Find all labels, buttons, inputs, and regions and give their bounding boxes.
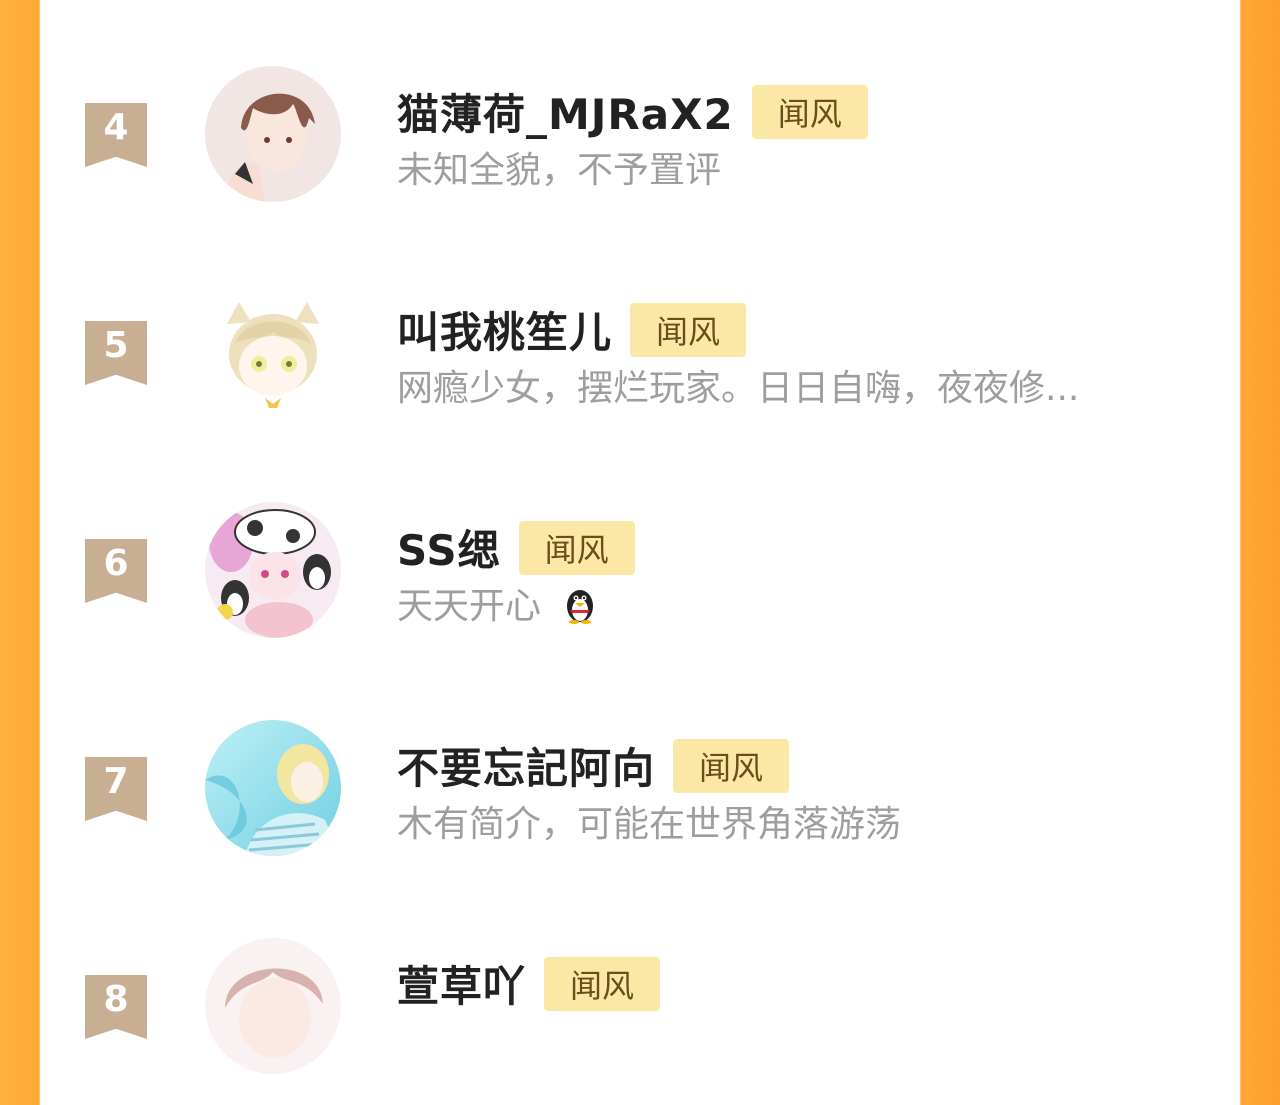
username[interactable]: 不要忘記阿向 (397, 735, 655, 796)
list-item[interactable]: 5 叫我桃笙儿 闻风 网瘾少女，摆烂玩家。日日自嗨，夜夜修... (40, 251, 1240, 451)
username[interactable]: 萱草吖 (397, 953, 526, 1014)
username[interactable]: SS缌 (397, 517, 501, 578)
username[interactable]: 叫我桃笙儿 (397, 299, 612, 360)
bio-text: 木有简介，可能在世界角落游荡 (397, 804, 902, 845)
name-line: SS缌 闻风 (397, 517, 635, 578)
status-badge: 闻风 (630, 302, 747, 357)
rank-badge: 5 (85, 321, 147, 385)
ranking-list: 4 猫薄荷_MJRaX2 闻风 未知全貌，不予置评 5 叫我桃笙儿 闻风 网瘾少… (40, 0, 1240, 1074)
avatar[interactable] (205, 502, 341, 638)
bio-text: 未知全貌，不予置评 (397, 150, 722, 191)
rank-badge: 7 (85, 757, 147, 821)
status-badge: 闻风 (673, 738, 790, 793)
name-line: 猫薄荷_MJRaX2 闻风 (397, 81, 868, 142)
avatar[interactable] (205, 720, 341, 856)
list-item[interactable]: 8 萱草吖 闻风 (40, 905, 1240, 1105)
avatar[interactable] (205, 66, 341, 202)
name-line: 不要忘記阿向 闻风 (397, 735, 790, 796)
avatar-pink-cow-penguins-icon (205, 502, 341, 638)
status-badge: 闻风 (751, 84, 868, 139)
rank-badge: 8 (85, 975, 147, 1039)
bio-text: 天天开心 (397, 577, 600, 633)
avatar-brown-hair-headphones-icon (205, 66, 341, 202)
avatar[interactable] (205, 284, 341, 420)
avatar[interactable] (205, 938, 341, 1074)
avatar-blue-water-blonde-icon (205, 720, 341, 856)
status-badge: 闻风 (544, 956, 661, 1011)
list-item[interactable]: 6 SS缌 闻风 天天开心 (40, 469, 1240, 669)
rank-badge: 4 (85, 103, 147, 167)
list-item[interactable]: 4 猫薄荷_MJRaX2 闻风 未知全貌，不予置评 (40, 33, 1240, 233)
status-badge: 闻风 (518, 520, 635, 575)
rank-badge: 6 (85, 539, 147, 603)
name-line: 叫我桃笙儿 闻风 (397, 299, 747, 360)
name-line: 萱草吖 闻风 (397, 953, 661, 1014)
bio-text: 网瘾少女，摆烂玩家。日日自嗨，夜夜修... (397, 368, 1080, 409)
penguin-icon (560, 584, 600, 633)
avatar-blonde-cat-ears-icon (205, 284, 341, 420)
username[interactable]: 猫薄荷_MJRaX2 (397, 81, 734, 142)
list-item[interactable]: 7 不要忘記阿向 闻风 木有简介，可能在世界角落游荡 (40, 687, 1240, 887)
avatar-pink-hair-icon (205, 938, 341, 1074)
bio-text-content: 天天开心 (397, 586, 542, 627)
